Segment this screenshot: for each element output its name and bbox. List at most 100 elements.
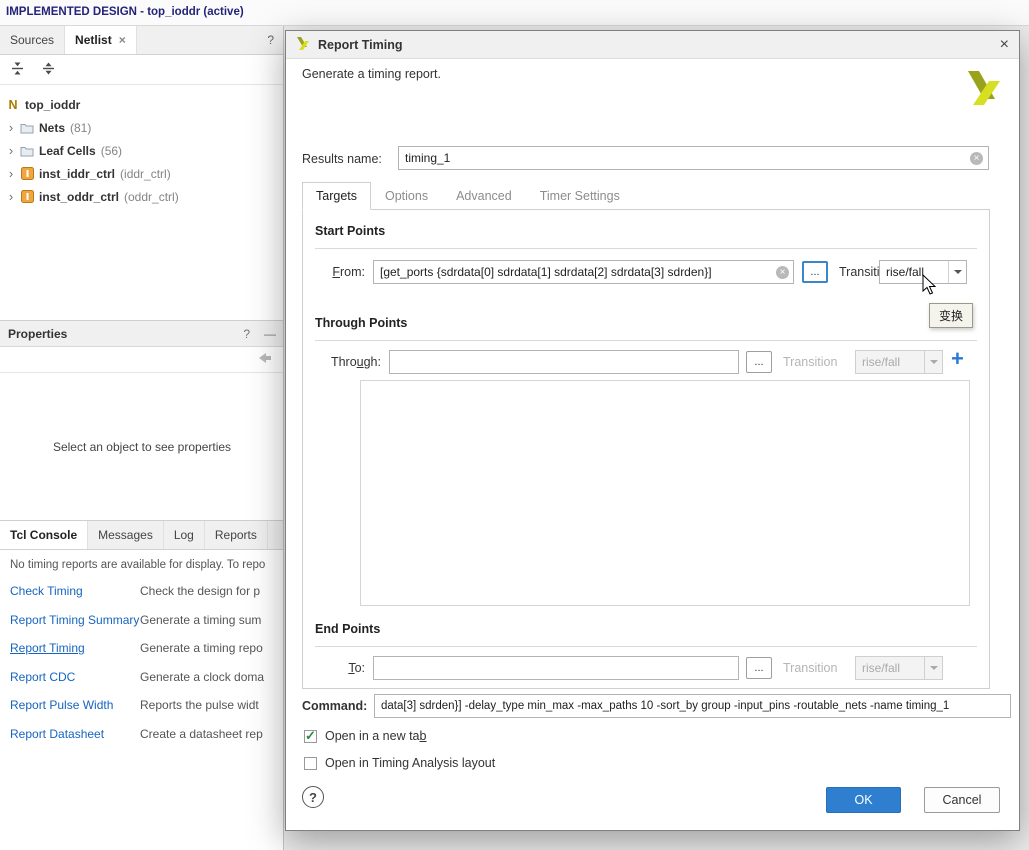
tab-timer-settings[interactable]: Timer Settings	[526, 182, 634, 210]
netlist-toolbar	[0, 55, 283, 85]
expand-chevron-icon[interactable]	[4, 120, 18, 135]
panel-help-icon[interactable]: ?	[243, 327, 250, 341]
properties-toolbar	[0, 347, 283, 373]
report-row: Report CDC Generate a clock doma	[0, 664, 283, 693]
open-layout-label: Open in Timing Analysis layout	[325, 756, 496, 770]
tree-item-label: Leaf Cells	[39, 143, 96, 158]
tree-item-inst-oddr-ctrl[interactable]: inst_oddr_ctrl (oddr_ctrl)	[0, 185, 283, 208]
through-points-list[interactable]	[360, 380, 970, 606]
dialog-subtitle: Generate a timing report.	[302, 67, 441, 81]
close-icon[interactable]: ×	[119, 33, 126, 47]
context-bar: IMPLEMENTED DESIGN - top_ioddr (active)	[0, 0, 1029, 26]
from-label-rest: rom:	[340, 265, 365, 279]
tab-targets[interactable]: Targets	[302, 182, 371, 210]
command-label: Command:	[302, 699, 368, 713]
tab-label: Reports	[214, 528, 257, 542]
from-input[interactable]	[373, 260, 794, 284]
checkbox-unchecked-icon[interactable]	[304, 756, 317, 770]
transition-tooltip: 变换	[929, 303, 974, 328]
open-in-new-tab-option[interactable]: Open in a new tab	[304, 728, 426, 744]
report-row: Report Datasheet Create a datasheet rep	[0, 721, 283, 750]
tree-item-count: (81)	[70, 120, 92, 135]
tab-label: Log	[173, 528, 194, 542]
from-label: From:	[311, 265, 365, 279]
through-label: Through:	[311, 355, 381, 369]
netlist-tree: N top_ioddr Nets (81) Leaf Cells (56)	[0, 85, 283, 208]
netlist-icon: N	[8, 97, 18, 112]
back-arrow-icon[interactable]	[258, 352, 272, 367]
report-row: Check Timing Check the design for p	[0, 578, 283, 607]
open-in-timing-layout-option[interactable]: Open in Timing Analysis layout	[304, 756, 495, 770]
expand-chevron-icon[interactable]	[4, 166, 18, 181]
instance-icon	[18, 167, 36, 180]
report-pulse-width-link[interactable]: Report Pulse Width	[10, 698, 113, 712]
tab-netlist-label: Netlist	[75, 33, 112, 47]
to-label-rest: o:	[354, 661, 365, 675]
transition-label: Transition	[783, 661, 838, 675]
tab-options[interactable]: Options	[371, 182, 442, 210]
to-label: To:	[311, 661, 365, 675]
instance-icon	[18, 190, 36, 203]
tree-item-count: (oddr_ctrl)	[124, 189, 179, 204]
tab-tcl-console[interactable]: Tcl Console	[0, 521, 89, 549]
tab-label: Tcl Console	[10, 528, 78, 542]
report-datasheet-link[interactable]: Report Datasheet	[10, 727, 104, 741]
from-label-accel: F	[332, 265, 340, 279]
console-tab-bar: Tcl Console Messages Log Reports	[0, 521, 283, 550]
tab-netlist[interactable]: Netlist ×	[65, 26, 137, 54]
from-browse-button[interactable]: ...	[802, 261, 828, 283]
expand-chevron-icon[interactable]	[4, 189, 18, 204]
report-timing-link[interactable]: Report Timing	[10, 641, 85, 655]
expand-all-icon[interactable]	[41, 61, 56, 79]
transition-select-disabled: rise/fall	[855, 656, 943, 680]
through-browse-button[interactable]: ...	[746, 351, 772, 373]
close-icon[interactable]: ×	[1000, 36, 1009, 53]
check-timing-link[interactable]: Check Timing	[10, 584, 83, 598]
section-divider	[315, 248, 977, 249]
report-cdc-link[interactable]: Report CDC	[10, 670, 75, 684]
console-panel: Tcl Console Messages Log Reports No timi…	[0, 520, 283, 850]
clear-icon[interactable]	[776, 266, 789, 279]
properties-panel: Properties ? — Select an object to see p…	[0, 320, 283, 520]
to-browse-button[interactable]: ...	[746, 657, 772, 679]
properties-title: Properties	[8, 326, 68, 341]
command-input[interactable]	[374, 694, 1011, 718]
tree-item-label: inst_iddr_ctrl	[39, 166, 116, 181]
tab-messages[interactable]: Messages	[88, 521, 164, 549]
ok-button[interactable]: OK	[826, 787, 901, 813]
cancel-button[interactable]: Cancel	[924, 787, 1000, 813]
transition-value: rise/fall	[862, 661, 901, 675]
properties-empty-text: Select an object to see properties	[52, 440, 232, 454]
tree-item-inst-iddr-ctrl[interactable]: inst_iddr_ctrl (iddr_ctrl)	[0, 162, 283, 185]
tree-item-nets[interactable]: Nets (81)	[0, 116, 283, 139]
panel-float-icon[interactable]: —	[264, 327, 276, 341]
tab-advanced[interactable]: Advanced	[442, 182, 526, 210]
report-desc: Reports the pulse widt	[140, 698, 259, 712]
report-timing-summary-link[interactable]: Report Timing Summary	[10, 613, 139, 627]
dialog-tab-bar: Targets Options Advanced Timer Settings	[302, 182, 634, 210]
collapse-all-icon[interactable]	[10, 61, 25, 79]
vivado-dialog-icon	[296, 36, 310, 53]
left-panel-column: Sources Netlist × ? N top_ioddr › Nets (…	[0, 26, 284, 850]
expand-chevron-icon[interactable]	[4, 143, 18, 158]
dialog-title-bar[interactable]: Report Timing ×	[286, 31, 1019, 59]
to-input[interactable]	[373, 656, 739, 680]
results-name-input[interactable]	[398, 146, 989, 170]
tab-sources-label: Sources	[10, 33, 55, 47]
help-button[interactable]: ?	[302, 786, 324, 808]
report-desc: Generate a timing repo	[140, 641, 263, 655]
through-input[interactable]	[389, 350, 739, 374]
clear-icon[interactable]	[970, 152, 983, 165]
tab-sources[interactable]: Sources	[0, 26, 66, 54]
add-through-point-button[interactable]: +	[951, 348, 964, 370]
vivado-logo	[965, 71, 1003, 108]
panel-help-icon[interactable]: ?	[257, 26, 283, 54]
checkbox-checked-icon[interactable]	[304, 728, 317, 744]
tree-item-top-ioddr[interactable]: N top_ioddr	[0, 93, 283, 116]
tab-reports[interactable]: Reports	[205, 521, 268, 549]
report-desc: Check the design for p	[140, 584, 261, 598]
tree-item-leaf-cells[interactable]: Leaf Cells (56)	[0, 139, 283, 162]
start-points-heading: Start Points	[315, 224, 386, 238]
tab-log[interactable]: Log	[164, 521, 205, 549]
section-divider	[315, 646, 977, 647]
